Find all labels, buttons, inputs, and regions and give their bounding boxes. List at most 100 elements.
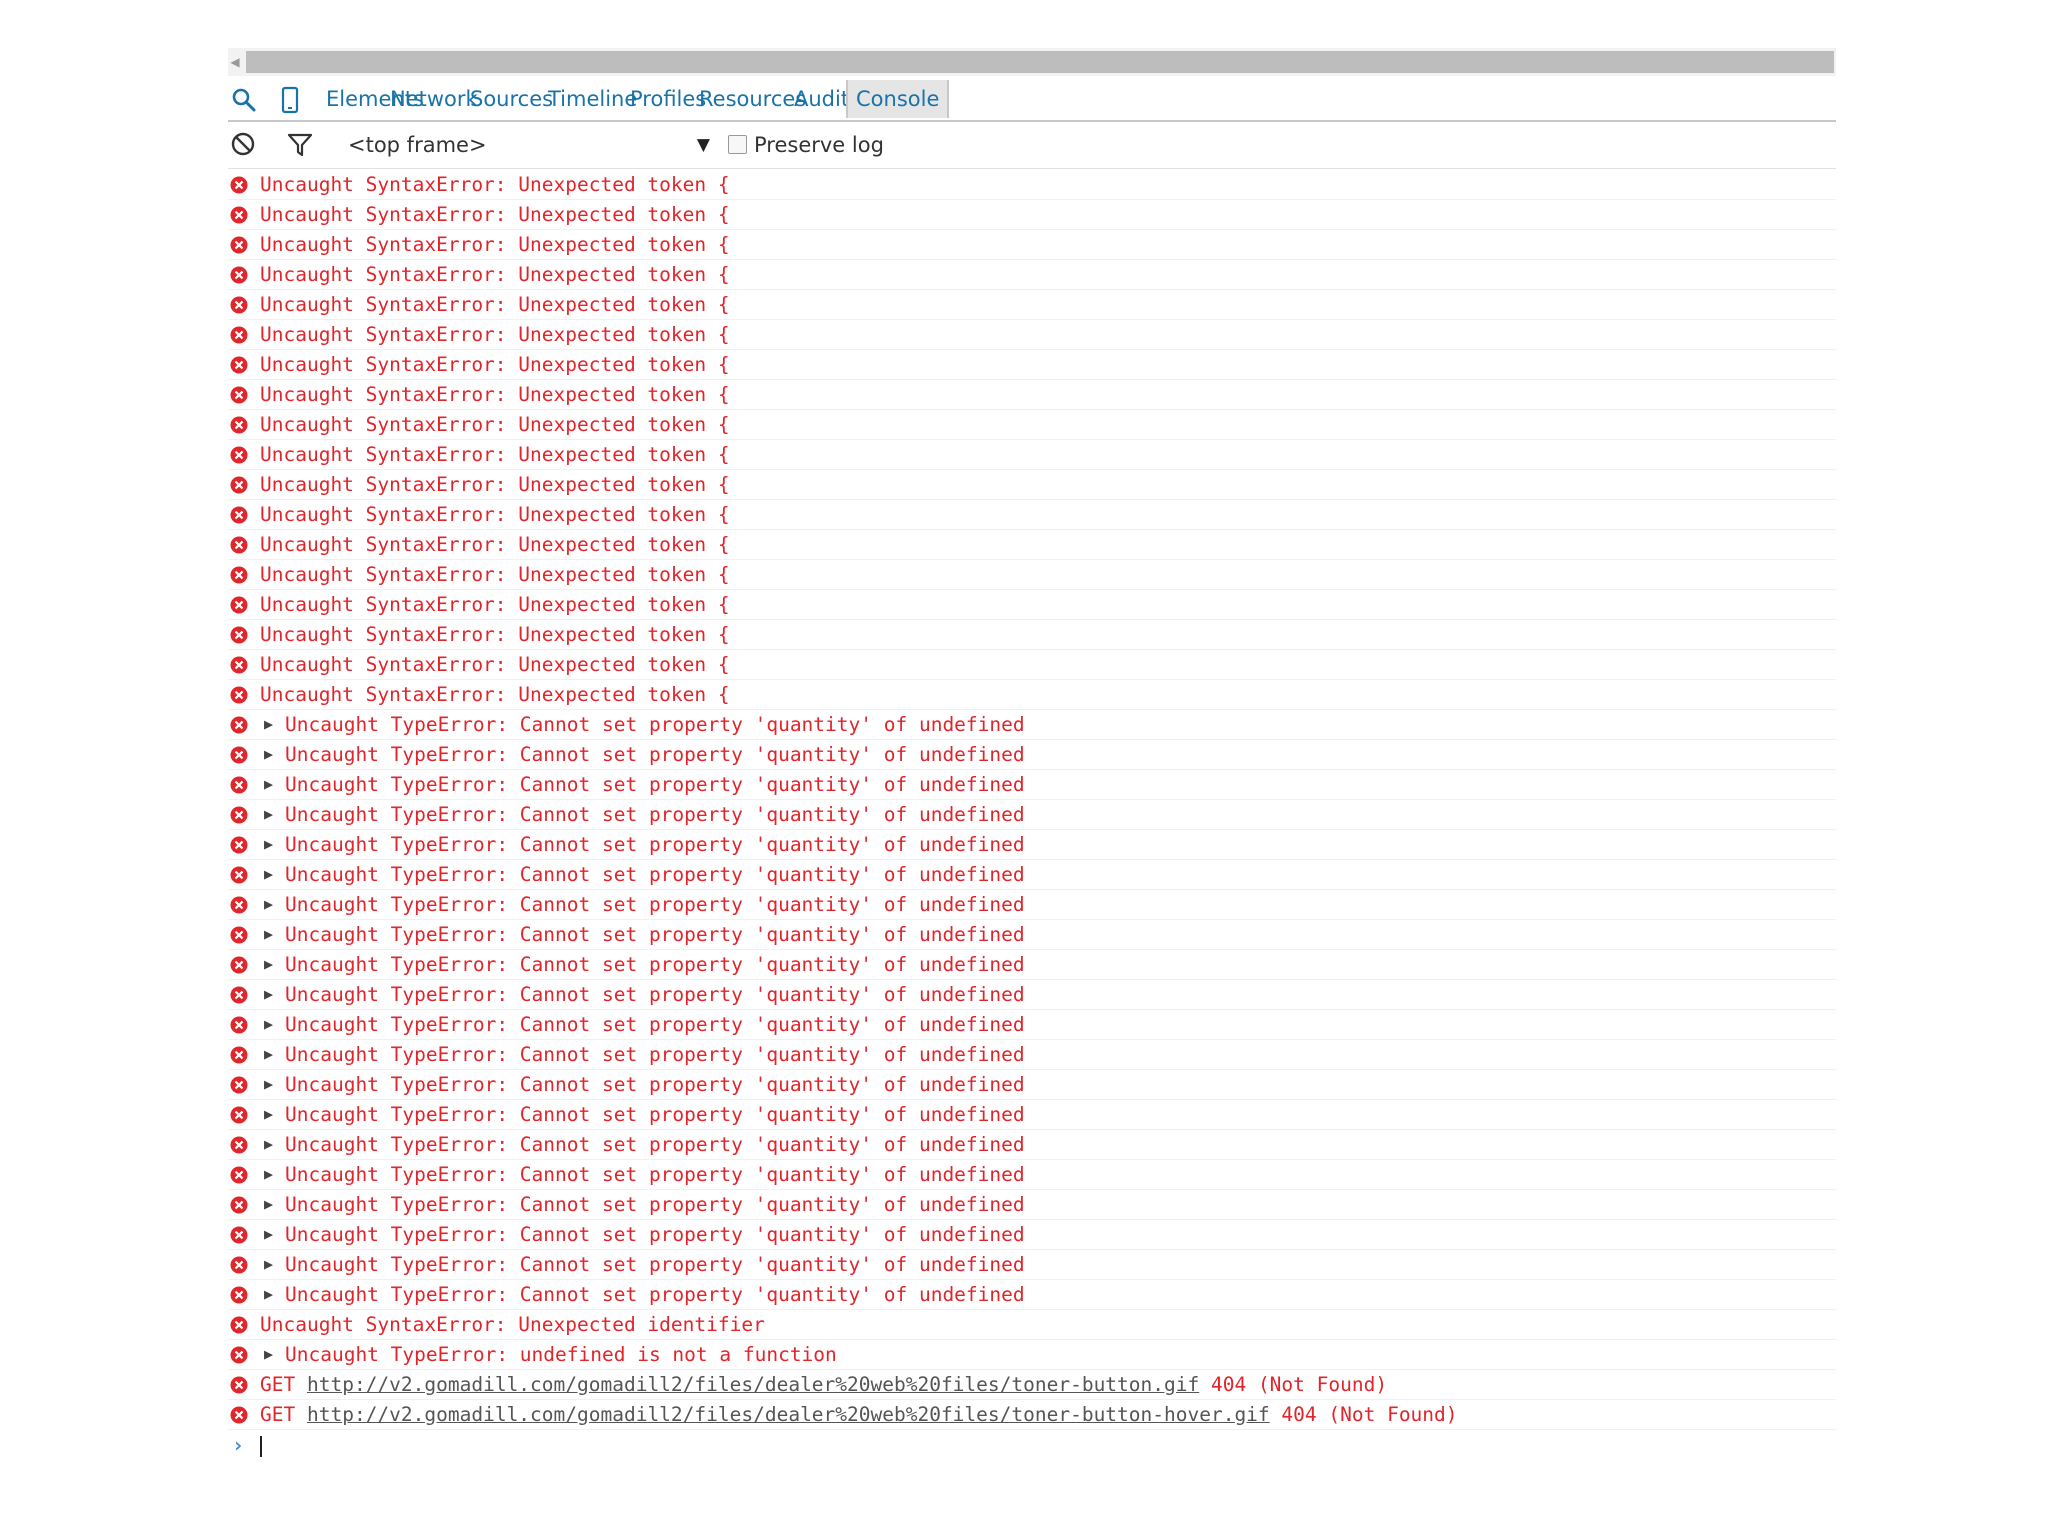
console-message[interactable]: ▶ Uncaught TypeError: Cannot set property… — [228, 920, 1836, 950]
device-mode-icon[interactable] — [276, 86, 304, 114]
error-message-text: Uncaught SyntaxError: Unexpected token { — [260, 413, 730, 436]
error-message-text: Uncaught TypeError: undefined is not a f… — [285, 1343, 837, 1366]
console-message[interactable]: ▶ Uncaught TypeError: Cannot set property… — [228, 890, 1836, 920]
error-message-text: Uncaught TypeError: Cannot set property … — [285, 773, 1025, 796]
search-icon[interactable] — [230, 86, 258, 114]
expand-triangle-icon[interactable]: ▶ — [264, 740, 273, 769]
console-message[interactable]: ▶ Uncaught TypeError: Cannot set property… — [228, 1010, 1836, 1040]
error-message-text: Uncaught TypeError: Cannot set property … — [285, 1193, 1025, 1216]
expand-triangle-icon[interactable]: ▶ — [264, 1160, 273, 1189]
tab-console[interactable]: Console — [846, 80, 950, 118]
expand-triangle-icon[interactable]: ▶ — [264, 1070, 273, 1099]
console-message[interactable]: ▶ Uncaught TypeError: Cannot set property… — [228, 1130, 1836, 1160]
console-message[interactable]: ▶ Uncaught TypeError: Cannot set property… — [228, 1040, 1836, 1070]
expand-triangle-icon[interactable]: ▶ — [264, 980, 273, 1009]
error-icon — [230, 416, 248, 434]
console-message[interactable]: ▶ Uncaught TypeError: Cannot set property… — [228, 830, 1836, 860]
console-message: Uncaught SyntaxError: Unexpected token { — [228, 590, 1836, 620]
expand-triangle-icon[interactable]: ▶ — [264, 770, 273, 799]
tab-sources[interactable]: Sources — [470, 78, 553, 120]
expand-triangle-icon[interactable]: ▶ — [264, 1100, 273, 1129]
expand-triangle-icon[interactable]: ▶ — [264, 1190, 273, 1219]
console-message[interactable]: ▶ Uncaught TypeError: Cannot set property… — [228, 1190, 1836, 1220]
expand-triangle-icon[interactable]: ▶ — [264, 1220, 273, 1249]
request-url-link[interactable]: http://v2.gomadill.com/gomadill2/files/d… — [307, 1373, 1199, 1396]
expand-triangle-icon[interactable]: ▶ — [264, 1130, 273, 1159]
console-messages: Uncaught SyntaxError: Unexpected token {… — [228, 170, 1836, 1516]
error-icon — [230, 386, 248, 404]
expand-triangle-icon[interactable]: ▶ — [264, 1340, 273, 1369]
error-message-text: Uncaught TypeError: Cannot set property … — [285, 863, 1025, 886]
expand-triangle-icon[interactable]: ▶ — [264, 1280, 273, 1309]
expand-triangle-icon[interactable]: ▶ — [264, 920, 273, 949]
console-message: Uncaught SyntaxError: Unexpected token { — [228, 500, 1836, 530]
expand-triangle-icon[interactable]: ▶ — [264, 860, 273, 889]
error-icon — [230, 326, 248, 344]
expand-triangle-icon[interactable]: ▶ — [264, 800, 273, 829]
request-url-link[interactable]: http://v2.gomadill.com/gomadill2/files/d… — [307, 1403, 1270, 1426]
console-message[interactable]: ▶ Uncaught TypeError: Cannot set property… — [228, 1280, 1836, 1310]
console-message: Uncaught SyntaxError: Unexpected token { — [228, 440, 1836, 470]
expand-triangle-icon[interactable]: ▶ — [264, 1040, 273, 1069]
error-message-text: Uncaught TypeError: Cannot set property … — [285, 953, 1025, 976]
console-message[interactable]: ▶ Uncaught TypeError: Cannot set property… — [228, 1160, 1836, 1190]
error-message-text: Uncaught SyntaxError: Unexpected token { — [260, 383, 730, 406]
console-message[interactable]: ▶ Uncaught TypeError: Cannot set property… — [228, 1100, 1836, 1130]
error-icon — [230, 566, 248, 584]
error-icon — [230, 476, 248, 494]
expand-triangle-icon[interactable]: ▶ — [264, 890, 273, 919]
console-message[interactable]: ▶ Uncaught TypeError: Cannot set property… — [228, 740, 1836, 770]
error-icon — [230, 356, 248, 374]
console-message[interactable]: ▶ Uncaught TypeError: Cannot set property… — [228, 1220, 1836, 1250]
error-icon — [230, 1016, 248, 1034]
chevron-down-icon: ▼ — [696, 135, 710, 155]
console-message: Uncaught SyntaxError: Unexpected token { — [228, 620, 1836, 650]
console-message[interactable]: ▶ Uncaught TypeError: undefined is not a … — [228, 1340, 1836, 1370]
error-message-text: Uncaught TypeError: Cannot set property … — [285, 1283, 1025, 1306]
error-icon — [230, 1046, 248, 1064]
devtools-tab-bar: Elements Network Sources Timeline Profiles Re… — [228, 78, 1836, 122]
error-message-text: Uncaught TypeError: Cannot set property … — [285, 1223, 1025, 1246]
console-message[interactable]: ▶ Uncaught TypeError: Cannot set property… — [228, 800, 1836, 830]
expand-triangle-icon[interactable]: ▶ — [264, 1010, 273, 1039]
error-message-text: Uncaught SyntaxError: Unexpected token { — [260, 323, 730, 346]
filter-icon[interactable] — [286, 131, 314, 159]
tab-network[interactable]: Network — [390, 78, 478, 120]
error-message-text: Uncaught TypeError: Cannot set property … — [285, 1013, 1025, 1036]
response-status: 404 (Not Found) — [1210, 1373, 1388, 1396]
scroll-left-icon[interactable]: ◀ — [228, 54, 242, 70]
expand-triangle-icon[interactable]: ▶ — [264, 1250, 273, 1279]
network-error-message: GET http://v2.gomadill.com/gomadill2/fil… — [260, 1400, 1458, 1429]
error-message-text: Uncaught SyntaxError: Unexpected token { — [260, 683, 730, 706]
tab-profiles[interactable]: Profiles — [630, 78, 706, 120]
console-message[interactable]: ▶ Uncaught TypeError: Cannot set property… — [228, 770, 1836, 800]
console-message: Uncaught SyntaxError: Unexpected token { — [228, 350, 1836, 380]
error-icon — [230, 1226, 248, 1244]
frame-select-value: <top frame> — [348, 133, 487, 157]
preserve-log-checkbox[interactable] — [728, 135, 747, 154]
devtools-panel: ◀ Elements Network Sources Timeline Profiles… — [228, 48, 1836, 1516]
error-icon — [230, 836, 248, 854]
clear-console-icon[interactable] — [230, 131, 258, 159]
expand-triangle-icon[interactable]: ▶ — [264, 830, 273, 859]
console-message[interactable]: ▶ Uncaught TypeError: Cannot set property… — [228, 1250, 1836, 1280]
console-message[interactable]: ▶ Uncaught TypeError: Cannot set property… — [228, 860, 1836, 890]
console-prompt[interactable]: › — [228, 1430, 1836, 1460]
console-message: Uncaught SyntaxError: Unexpected token { — [228, 470, 1836, 500]
console-message[interactable]: ▶ Uncaught TypeError: Cannot set property… — [228, 1070, 1836, 1100]
console-message[interactable]: ▶ Uncaught TypeError: Cannot set property… — [228, 950, 1836, 980]
expand-triangle-icon[interactable]: ▶ — [264, 710, 273, 739]
expand-triangle-icon[interactable]: ▶ — [264, 950, 273, 979]
error-icon — [230, 1136, 248, 1154]
console-message: Uncaught SyntaxError: Unexpected identif… — [228, 1310, 1836, 1340]
frame-select[interactable]: <top frame> ▼ — [348, 122, 710, 168]
tab-resources[interactable]: Resources — [699, 78, 806, 120]
scrollbar-thumb[interactable] — [246, 51, 1834, 73]
console-message[interactable]: ▶ Uncaught TypeError: Cannot set property… — [228, 710, 1836, 740]
horizontal-scrollbar[interactable]: ◀ — [228, 48, 1836, 76]
console-message: Uncaught SyntaxError: Unexpected token { — [228, 200, 1836, 230]
console-message[interactable]: ▶ Uncaught TypeError: Cannot set property… — [228, 980, 1836, 1010]
tab-timeline[interactable]: Timeline — [548, 78, 637, 120]
error-message-text: Uncaught TypeError: Cannot set property … — [285, 893, 1025, 916]
request-method: GET — [260, 1373, 296, 1396]
